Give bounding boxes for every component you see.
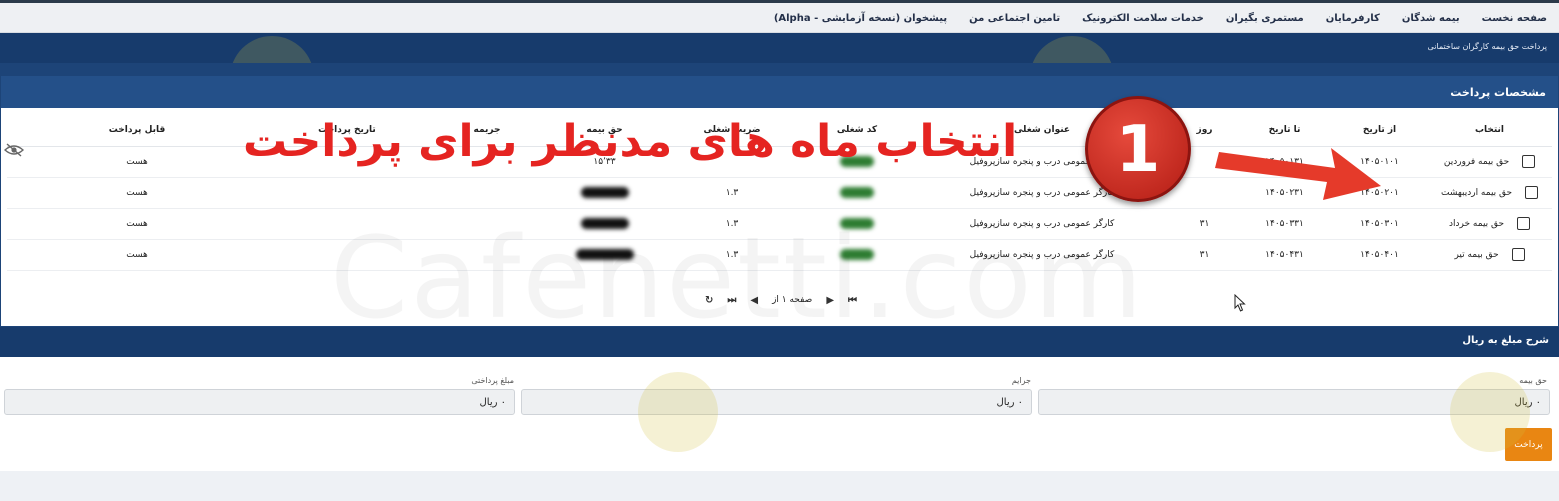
nav-item-my-social-security[interactable]: تامین اجتماعی من xyxy=(969,13,1060,24)
page-footer xyxy=(0,471,1559,501)
nav-item-dashboard-alpha[interactable]: پیشخوان (نسخه آزمایشی - Alpha) xyxy=(774,13,947,24)
days: ۳۱ xyxy=(1172,208,1237,240)
premium-label: حق بیمه xyxy=(1519,376,1547,385)
payable: هست xyxy=(7,208,267,240)
step-number-badge: 1 xyxy=(1085,96,1191,202)
fine xyxy=(427,177,547,209)
select-cell: حق بیمه تیر xyxy=(1427,239,1552,271)
fines-value: ۰ ریال xyxy=(996,397,1023,408)
from-date: ۱۴۰۵۰۳۰۱ xyxy=(1332,208,1427,240)
to-date: ۱۴۰۵۰۴۳۱ xyxy=(1237,239,1332,271)
payment-amount-value: ۰ ریال xyxy=(479,397,506,408)
top-navigation: صفحه نخست بیمه شدگان کارفرمایان مستمری ب… xyxy=(0,3,1559,33)
payment-amount-label: مبلغ پرداختی xyxy=(471,376,514,385)
nav-item-home[interactable]: صفحه نخست xyxy=(1482,13,1547,24)
select-cell: حق بیمه اردیبهشت xyxy=(1427,177,1552,209)
panel-title: مشخصات پرداخت xyxy=(1450,85,1546,99)
col-select[interactable]: انتخاب xyxy=(1427,114,1552,147)
hide-eye-icon[interactable] xyxy=(4,143,24,157)
row-title: حق بیمه خرداد xyxy=(1449,219,1505,229)
step-number: 1 xyxy=(1115,113,1161,187)
logo-watermark xyxy=(1450,372,1530,452)
nav-item-employers[interactable]: کارفرمایان xyxy=(1326,13,1380,24)
payable: هست xyxy=(7,177,267,209)
redacted-job-code xyxy=(840,187,874,198)
row-title: حق بیمه تیر xyxy=(1454,250,1499,260)
nav-item-pensioners[interactable]: مستمری بگیران xyxy=(1226,13,1304,24)
row-title: حق بیمه اردیبهشت xyxy=(1440,188,1513,198)
payable: هست xyxy=(7,146,267,178)
days: ۳۱ xyxy=(1172,239,1237,271)
job-coefficient: ۱.۳ xyxy=(662,177,802,209)
payment-date xyxy=(267,177,427,209)
redacted-premium xyxy=(580,187,629,198)
fines-label: جرایم xyxy=(1011,376,1031,385)
row-checkbox[interactable] xyxy=(1522,155,1536,168)
row-checkbox[interactable] xyxy=(1516,217,1530,230)
row-checkbox[interactable] xyxy=(1525,186,1538,199)
from-date: ۱۴۰۵۰۴۰۱ xyxy=(1332,239,1427,271)
logo-watermark xyxy=(638,372,718,452)
amount-explanation-title: شرح مبلغ به ریال xyxy=(1462,335,1549,346)
select-cell: حق بیمه فروردین xyxy=(1427,146,1552,178)
panel-top-bar xyxy=(0,63,1559,75)
payable: هست xyxy=(7,239,267,271)
site-watermark: Cafenetti.com xyxy=(330,214,1145,344)
row-checkbox[interactable] xyxy=(1511,248,1525,261)
panel-header: مشخصات پرداخت xyxy=(1,76,1558,108)
instruction-overlay-text: انتخاب ماه های مدنظر برای پرداخت xyxy=(243,116,1018,167)
nav-item-insured[interactable]: بیمه شدگان xyxy=(1402,13,1460,24)
breadcrumb: پرداخت حق بیمه کارگران ساختمانی xyxy=(1427,42,1547,51)
job-code-cell xyxy=(802,177,912,209)
pointer-arrow-icon xyxy=(1215,148,1381,200)
nav-item-e-health[interactable]: خدمات سلامت الکترونیک xyxy=(1082,13,1204,24)
col-payable[interactable]: قابل پرداخت xyxy=(7,114,267,147)
to-date: ۱۴۰۵۰۳۳۱ xyxy=(1237,208,1332,240)
mouse-cursor-icon xyxy=(1234,294,1246,312)
payment-amount-field[interactable]: ۰ ریال xyxy=(4,389,515,415)
premium-cell xyxy=(547,177,662,209)
row-title: حق بیمه فروردین xyxy=(1443,157,1510,167)
fines-field[interactable]: ۰ ریال xyxy=(521,389,1032,415)
select-cell: حق بیمه خرداد xyxy=(1427,208,1552,240)
